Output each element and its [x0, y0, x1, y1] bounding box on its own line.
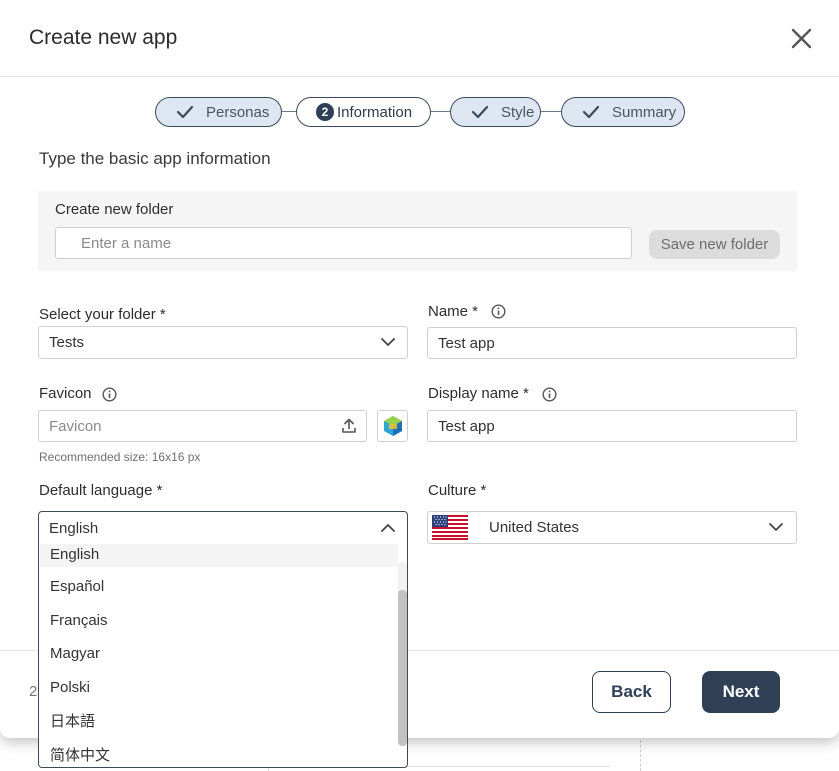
culture-label: Culture *	[428, 482, 487, 499]
language-option[interactable]: Polski	[40, 674, 398, 700]
default-language-label: Default language *	[39, 482, 163, 499]
display-name-input[interactable]: Test app	[427, 410, 797, 442]
chevron-up-icon	[381, 524, 395, 532]
step-label: Summary	[612, 103, 677, 121]
favicon-input[interactable]: Favicon	[38, 410, 367, 442]
folder-name-placeholder: Enter a name	[81, 234, 172, 252]
name-input[interactable]: Test app	[427, 327, 797, 359]
stepper-connector	[430, 111, 451, 112]
back-button[interactable]: Back	[592, 671, 671, 713]
language-option[interactable]: Español	[40, 573, 398, 599]
favicon-placeholder: Favicon	[49, 417, 102, 435]
check-icon	[176, 105, 194, 119]
close-button[interactable]	[787, 24, 816, 53]
footer-page-indicator: 2	[29, 683, 38, 700]
save-new-folder-button[interactable]: Save new folder	[649, 230, 780, 259]
folder-name-input[interactable]: Enter a name	[55, 227, 632, 259]
favicon-hint: Recommended size: 16x16 px	[39, 450, 201, 464]
check-icon	[471, 105, 489, 119]
name-label: Name *	[428, 303, 479, 320]
step-label: Style	[501, 103, 535, 121]
step-information[interactable]: 2 Information	[296, 97, 431, 127]
folder-select[interactable]: Tests	[38, 326, 408, 359]
info-icon[interactable]	[542, 387, 557, 402]
us-flag-icon	[432, 515, 468, 540]
background-divider-dashed	[640, 740, 641, 771]
default-language-select[interactable]: English	[38, 511, 408, 545]
folder-select-label: Select your folder *	[39, 306, 166, 323]
chevron-down-icon	[769, 523, 783, 531]
next-button[interactable]: Next	[702, 671, 780, 713]
chevron-down-icon	[381, 338, 395, 346]
step-label: Personas	[206, 103, 270, 121]
info-icon[interactable]	[102, 387, 117, 402]
step-personas[interactable]: Personas	[155, 97, 282, 127]
dialog-title: Create new app	[29, 26, 178, 49]
favicon-preview[interactable]	[377, 410, 408, 442]
stepper-connector	[540, 111, 562, 112]
dialog-header: Create new app	[0, 0, 839, 77]
dropdown-scrollbar-thumb[interactable]	[398, 590, 407, 746]
check-icon	[582, 105, 600, 119]
language-options-list: English Español Français Magyar Polski 日…	[38, 544, 408, 768]
language-option[interactable]: English	[40, 544, 398, 567]
default-language-value: English	[49, 519, 99, 537]
folder-select-value: Tests	[49, 334, 85, 351]
step-label: Information	[337, 103, 413, 121]
info-icon[interactable]	[491, 304, 506, 319]
name-input-value: Test app	[438, 334, 495, 352]
step-style[interactable]: Style	[450, 97, 541, 127]
favicon-label: Favicon	[39, 385, 92, 402]
close-icon	[791, 28, 812, 49]
stepper-connector	[281, 111, 297, 112]
culture-select-value: United States	[489, 519, 580, 536]
display-name-label: Display name *	[428, 385, 529, 402]
step-number-badge: 2	[316, 103, 334, 121]
language-option[interactable]: 日本語	[40, 707, 398, 733]
language-option[interactable]: Français	[40, 607, 398, 633]
create-folder-label: Create new folder	[55, 201, 174, 218]
app-logo-icon	[383, 416, 402, 436]
create-app-dialog: Create new app Personas 2 Information St…	[0, 0, 839, 768]
step-summary[interactable]: Summary	[561, 97, 685, 127]
upload-icon[interactable]	[341, 418, 357, 434]
culture-select[interactable]: United States	[427, 511, 797, 544]
language-option[interactable]: 简体中文	[40, 741, 398, 767]
language-option[interactable]: Magyar	[40, 640, 398, 666]
display-name-input-value: Test app	[438, 417, 495, 435]
section-subtitle: Type the basic app information	[39, 149, 271, 168]
